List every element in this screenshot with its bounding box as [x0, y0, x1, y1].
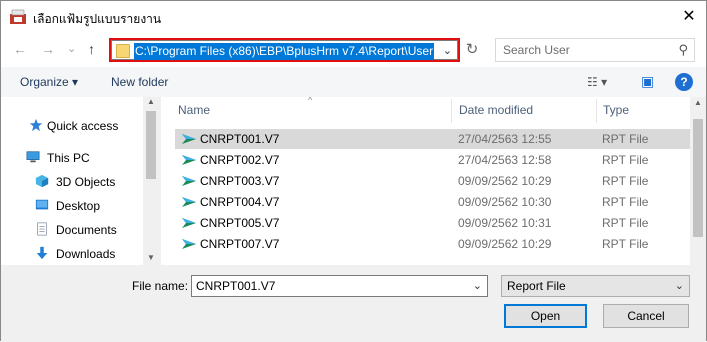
help-icon[interactable]: ?	[675, 73, 693, 91]
file-icon	[182, 176, 196, 186]
file-list: ^ Name Date modified Type CNRPT001.V7 27…	[161, 97, 706, 265]
file-name: CNRPT001.V7	[200, 132, 280, 146]
app-icon	[10, 9, 26, 24]
nav-item-label: Documents	[56, 223, 117, 237]
nav-item-label: 3D Objects	[56, 175, 116, 189]
file-date: 09/09/2562 10:30	[458, 195, 552, 209]
file-name-value[interactable]: CNRPT001.V7	[196, 279, 275, 293]
file-date: 09/09/2562 10:29	[458, 237, 552, 251]
column-divider[interactable]	[596, 99, 597, 123]
scroll-down-icon[interactable]: ▼	[147, 253, 155, 262]
nav-item-3d-objects[interactable]: 3D Objects	[1, 171, 141, 193]
nav-item-downloads[interactable]: Downloads	[1, 243, 141, 265]
nav-item-label: Downloads	[56, 247, 116, 261]
table-row[interactable]: CNRPT002.V7 27/04/2563 12:58 RPT File	[175, 150, 690, 170]
nav-item-quick-access[interactable]: Quick access	[1, 115, 141, 137]
file-icon	[182, 197, 196, 207]
navigation-bar: ← → ⌄ ↑ C:\Program Files (x86)\EBP\Bplus…	[1, 33, 706, 67]
file-type: RPT File	[602, 174, 649, 188]
file-name: CNRPT003.V7	[200, 174, 280, 188]
file-type-select[interactable]: Report File ⌄	[501, 275, 690, 297]
file-date: 09/09/2562 10:31	[458, 216, 552, 230]
table-row[interactable]: CNRPT004.V7 09/09/2562 10:30 RPT File	[175, 192, 690, 212]
nav-item-label: This PC	[47, 151, 90, 165]
scroll-up-icon[interactable]: ▲	[694, 98, 702, 107]
file-type: RPT File	[602, 216, 649, 230]
dialog-footer: File name: CNRPT001.V7 ⌄ Report File ⌄ O…	[1, 265, 706, 342]
new-folder-button[interactable]: New folder	[111, 75, 168, 89]
window-title: เลือกแฟ้มรูปแบบรายงาน	[33, 12, 162, 26]
open-button[interactable]: Open	[504, 304, 587, 328]
file-type: RPT File	[602, 237, 649, 251]
column-header-date[interactable]: Date modified	[459, 103, 533, 117]
documents-icon	[37, 222, 47, 236]
file-list-scrollbar[interactable]: ▲	[690, 97, 706, 265]
cancel-button[interactable]: Cancel	[603, 304, 689, 328]
recent-locations-button[interactable]: ⌄	[67, 41, 76, 57]
file-open-dialog: เลือกแฟ้มรูปแบบรายงาน ✕ ← → ⌄ ↑ C:\Progr…	[0, 0, 707, 342]
cube-icon	[35, 174, 49, 188]
navigation-pane: Quick access This PC 3D Objects Desktop	[1, 97, 159, 265]
table-row[interactable]: CNRPT001.V7 27/04/2563 12:55 RPT File	[175, 129, 690, 149]
nav-item-label: Desktop	[56, 199, 101, 213]
command-toolbar: Organize ▾ New folder ☷ ▾ ▣ ?	[1, 67, 706, 97]
file-name-label: File name:	[132, 279, 189, 293]
address-bar[interactable]: C:\Program Files (x86)\EBP\BplusHrm v7.4…	[109, 38, 460, 62]
nav-scroll-thumb[interactable]	[146, 111, 156, 179]
nav-item-desktop[interactable]: Desktop	[1, 195, 141, 217]
back-button[interactable]: ←	[13, 41, 27, 57]
file-date: 09/09/2562 10:29	[458, 174, 552, 188]
file-list-scroll-thumb[interactable]	[693, 119, 703, 237]
file-date: 27/04/2563 12:58	[458, 153, 552, 167]
address-text[interactable]: C:\Program Files (x86)\EBP\BplusHrm v7.4…	[134, 43, 435, 60]
file-icon	[182, 155, 196, 165]
chevron-down-icon[interactable]: ⌄	[473, 279, 482, 292]
file-name: CNRPT005.V7	[200, 216, 280, 230]
download-icon	[36, 246, 48, 260]
scroll-up-icon[interactable]: ▲	[147, 97, 155, 106]
column-divider[interactable]	[451, 99, 452, 123]
nav-item-label: Quick access	[47, 119, 119, 133]
desktop-icon	[35, 199, 49, 210]
column-header-type[interactable]: Type	[603, 103, 629, 117]
star-icon	[29, 118, 43, 132]
folder-icon	[116, 44, 130, 58]
nav-item-documents[interactable]: Documents	[1, 219, 141, 241]
sort-ascending-icon: ^	[308, 97, 313, 105]
pc-icon	[26, 151, 40, 163]
file-type-value: Report File	[507, 279, 566, 293]
file-type: RPT File	[602, 153, 649, 167]
nav-item-this-pc[interactable]: This PC	[1, 147, 141, 169]
chevron-down-icon[interactable]: ⌄	[443, 44, 452, 57]
file-name: CNRPT007.V7	[200, 237, 280, 251]
search-icon[interactable]: ⚲	[678, 42, 688, 58]
table-row[interactable]: CNRPT003.V7 09/09/2562 10:29 RPT File	[175, 171, 690, 191]
file-type: RPT File	[602, 132, 649, 146]
table-row[interactable]: CNRPT007.V7 09/09/2562 10:29 RPT File	[175, 234, 690, 254]
search-input[interactable]: Search User	[503, 43, 570, 57]
preview-pane-icon[interactable]: ▣	[641, 73, 654, 90]
file-name: CNRPT002.V7	[200, 153, 280, 167]
nav-scrollbar[interactable]: ▲ ▼	[143, 97, 159, 265]
close-button[interactable]: ✕	[676, 6, 702, 28]
file-date: 27/04/2563 12:55	[458, 132, 552, 146]
table-row[interactable]: CNRPT005.V7 09/09/2562 10:31 RPT File	[175, 213, 690, 233]
view-options-icon[interactable]: ☷ ▾	[587, 75, 607, 89]
file-icon	[182, 218, 196, 228]
organize-button[interactable]: Organize ▾	[20, 75, 78, 89]
refresh-button[interactable]: ↻	[463, 40, 481, 60]
column-header-name[interactable]: Name	[178, 103, 210, 117]
file-name-field[interactable]: CNRPT001.V7 ⌄	[191, 275, 488, 297]
up-button[interactable]: ↑	[88, 41, 95, 57]
file-name: CNRPT004.V7	[200, 195, 280, 209]
chevron-down-icon[interactable]: ⌄	[675, 279, 684, 292]
file-type: RPT File	[602, 195, 649, 209]
file-icon	[182, 134, 196, 144]
forward-button[interactable]: →	[41, 41, 55, 57]
title-bar: เลือกแฟ้มรูปแบบรายงาน ✕	[1, 1, 706, 33]
search-box[interactable]: Search User ⚲	[495, 38, 695, 62]
file-icon	[182, 239, 196, 249]
